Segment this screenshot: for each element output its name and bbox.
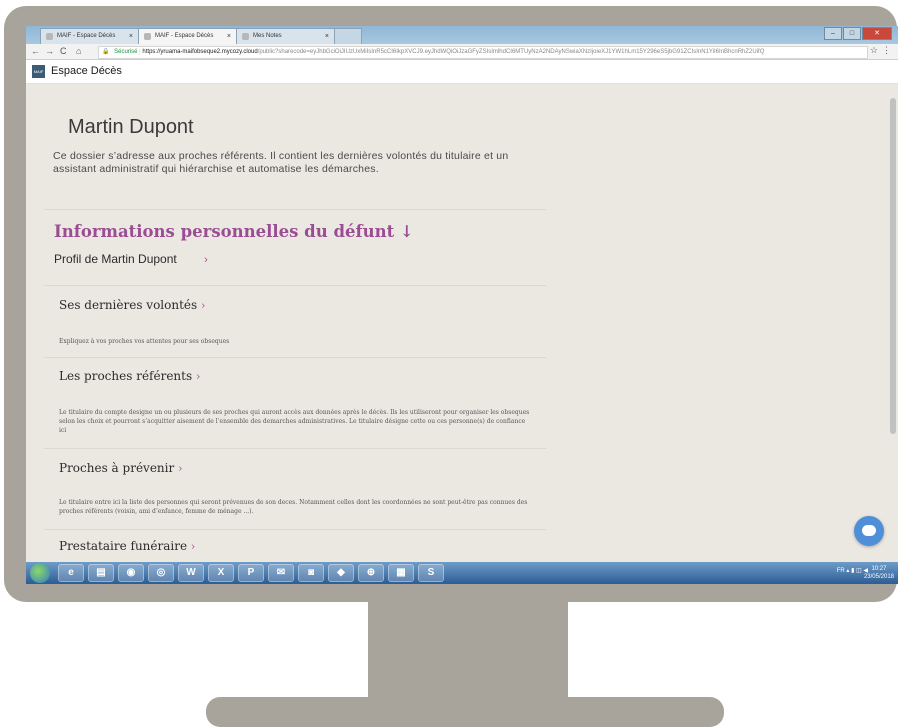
section-title[interactable]: Informations personnelles du défunt ↓ xyxy=(54,222,414,241)
window-controls: – □ ✕ xyxy=(823,27,892,40)
divider xyxy=(44,529,546,530)
clock-time: 10:27 xyxy=(871,566,887,572)
tab-favicon-icon xyxy=(242,33,249,40)
app-header: MAIF Espace Décès xyxy=(26,60,898,84)
taskbar-app-outlook[interactable]: ◙ xyxy=(298,564,324,582)
address-bar: ← → C ⌂ 🔒 Sécurisé | https://yruama-maif… xyxy=(26,44,898,60)
tab-close-icon[interactable]: × xyxy=(129,33,133,40)
tab-label: MAIF - Espace Décès xyxy=(57,33,116,39)
taskbar-app-globe[interactable]: ⊕ xyxy=(358,564,384,582)
maximize-button[interactable]: □ xyxy=(843,27,861,40)
taskbar: e ▤ ◉ ◎ W X P ✉ ◙ ◆ ⊕ ▦ S FR ▴ ▮ ◫ ◀ 10:… xyxy=(26,562,898,584)
maif-logo: MAIF xyxy=(32,65,45,78)
tab-favicon-icon xyxy=(46,33,53,40)
clock[interactable]: 10:27 23/05/2018 xyxy=(864,565,894,581)
divider xyxy=(44,448,546,449)
taskbar-app-calc[interactable]: ▦ xyxy=(388,564,414,582)
taskbar-app-media[interactable]: ◉ xyxy=(118,564,144,582)
home-icon[interactable]: ⌂ xyxy=(76,46,81,56)
intro-text: Ce dossier s’adresse aux proches référen… xyxy=(53,150,509,175)
tab-label: Mes Notes xyxy=(253,33,282,39)
chevron-right-icon: › xyxy=(190,540,196,553)
close-window-button[interactable]: ✕ xyxy=(862,27,892,40)
section-dernieres-volontes[interactable]: Ses dernières volontés › xyxy=(59,298,205,312)
taskbar-app-powerpoint[interactable]: P xyxy=(238,564,264,582)
chevron-right-icon: › xyxy=(204,254,208,266)
browser-tab-bar: MAIF - Espace Décès × MAIF - Espace Décè… xyxy=(26,26,898,44)
tab-favicon-icon xyxy=(144,33,151,40)
taskbar-app-excel[interactable]: X xyxy=(208,564,234,582)
section-description: Le titulaire du compte designe un ou plu… xyxy=(59,409,530,434)
chevron-right-icon: › xyxy=(178,462,183,475)
menu-icon[interactable]: ⋮ xyxy=(882,45,891,56)
chevron-right-icon: › xyxy=(195,370,201,383)
reload-icon[interactable]: C xyxy=(60,46,67,56)
screen: MAIF - Espace Décès × MAIF - Espace Décè… xyxy=(26,26,898,584)
section-prestataire-funeraire[interactable]: Prestataire funéraire › xyxy=(59,539,195,553)
app-title: Espace Décès xyxy=(51,65,122,77)
page-content: Martin Dupont Ce dossier s’adresse aux p… xyxy=(26,84,898,562)
language-indicator[interactable]: FR xyxy=(837,568,845,574)
minimize-button[interactable]: – xyxy=(824,27,842,40)
section-heading: Prestataire funéraire xyxy=(59,539,188,553)
clock-date: 23/05/2018 xyxy=(863,574,894,580)
secure-label: Sécurisé xyxy=(114,49,138,55)
taskbar-app-word[interactable]: W xyxy=(178,564,204,582)
taskbar-app-ie[interactable]: e xyxy=(58,564,84,582)
section-description: Le titulaire entre ici la liste des pers… xyxy=(59,499,528,515)
tab-mes-notes[interactable]: Mes Notes × xyxy=(236,28,336,44)
new-tab-button[interactable] xyxy=(334,28,362,44)
taskbar-app-chrome[interactable]: ◎ xyxy=(148,564,174,582)
url-host: https://yruama-maifobseque2.mycozy.cloud xyxy=(142,49,258,55)
forward-arrow-icon[interactable]: → xyxy=(45,46,54,56)
chevron-right-icon: › xyxy=(201,299,206,312)
chat-bubble-button[interactable] xyxy=(854,516,884,546)
scrollbar[interactable] xyxy=(890,98,896,434)
section-heading: Proches à prévenir xyxy=(59,461,175,475)
monitor-stand-base xyxy=(206,697,724,727)
taskbar-app-mail[interactable]: ✉ xyxy=(268,564,294,582)
divider xyxy=(44,209,546,210)
lock-icon: 🔒 xyxy=(102,49,110,55)
back-arrow-icon[interactable]: ← xyxy=(31,46,40,56)
section-proches-referents[interactable]: Les proches référents › xyxy=(59,369,200,383)
taskbar-app-tool[interactable]: ◆ xyxy=(328,564,354,582)
star-icon[interactable]: ☆ xyxy=(870,45,878,56)
section-heading: Ses dernières volontés xyxy=(59,298,198,312)
monitor-bezel: MAIF - Espace Décès × MAIF - Espace Décè… xyxy=(4,6,898,602)
page-title: Martin Dupont xyxy=(68,116,194,138)
tab-espace-deces-1[interactable]: MAIF - Espace Décès × xyxy=(40,28,140,44)
start-button[interactable] xyxy=(30,563,50,583)
url-path: /public?sharecode=eyJhbGciOiJIUzUxMiIsIn… xyxy=(257,49,765,55)
taskbar-app-skype[interactable]: S xyxy=(418,564,444,582)
monitor-stand-neck xyxy=(368,598,568,702)
section-proches-a-prevenir[interactable]: Proches à prévenir › xyxy=(59,461,182,475)
section-description: Expliquez à vos proches vos attentes pou… xyxy=(59,338,230,345)
section-heading: Les proches référents xyxy=(59,369,193,383)
tab-close-icon[interactable]: × xyxy=(325,33,329,40)
tab-espace-deces-2[interactable]: MAIF - Espace Décès × xyxy=(138,28,238,44)
profile-link[interactable]: Profil de Martin Dupont › xyxy=(54,252,208,266)
divider xyxy=(44,285,546,286)
tab-label: MAIF - Espace Décès xyxy=(155,33,214,39)
taskbar-app-explorer[interactable]: ▤ xyxy=(88,564,114,582)
divider xyxy=(44,357,546,358)
profile-link-label: Profil de Martin Dupont xyxy=(54,252,177,266)
url-input[interactable]: 🔒 Sécurisé | https://yruama-maifobseque2… xyxy=(98,46,868,59)
tab-close-icon[interactable]: × xyxy=(227,33,231,40)
